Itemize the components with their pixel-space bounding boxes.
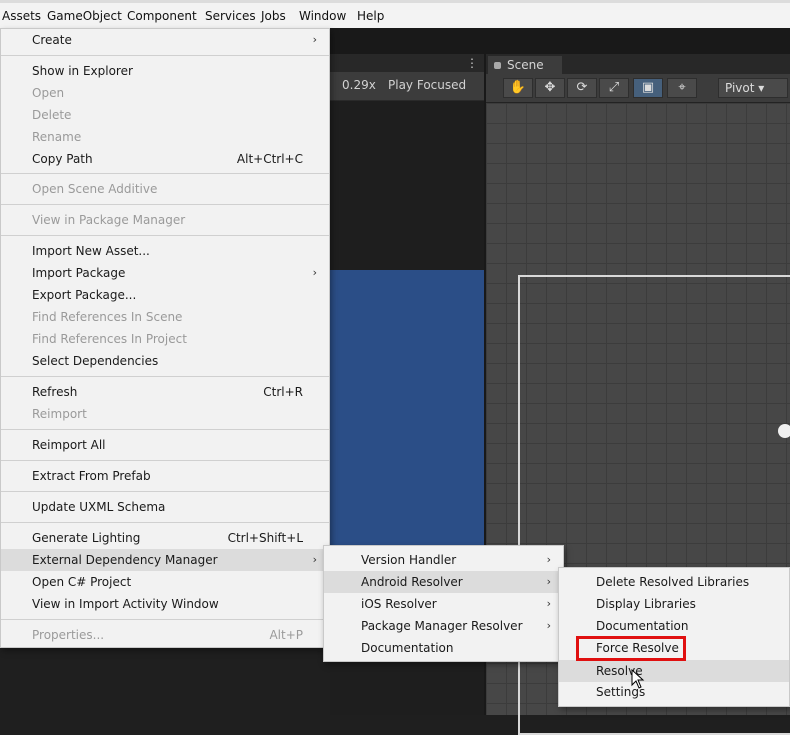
menu-separator [1, 55, 329, 56]
menu-services[interactable]: Services [203, 6, 258, 26]
menu-item-reimport: Reimport [32, 407, 87, 421]
transform-icon: ⌖ [678, 80, 686, 95]
menu-separator [1, 460, 329, 461]
menu-separator [1, 491, 329, 492]
menu-separator [1, 376, 329, 377]
chevron-right-icon: › [312, 553, 317, 566]
menu-jobs[interactable]: Jobs [259, 6, 288, 26]
assets-menu: Create › Show in Explorer Open Delete Ren… [0, 28, 330, 648]
menu-item-display-libraries[interactable]: Display Libraries [559, 593, 789, 615]
chevron-right-icon: › [546, 597, 551, 610]
menu-item-android-documentation[interactable]: Documentation [559, 615, 789, 637]
menu-assets[interactable]: Assets [0, 6, 43, 26]
menu-item-properties: Properties... Alt+P [1, 624, 329, 646]
menu-item-extract-from-prefab[interactable]: Extract From Prefab [1, 465, 329, 487]
transform-tool-button[interactable]: ⌖ [667, 78, 697, 98]
menu-item-refresh[interactable]: Refresh Ctrl+R [1, 381, 329, 403]
menu-item-delete: Delete [32, 108, 72, 122]
scale-tool-button[interactable]: ⤢ [599, 78, 629, 98]
menu-separator [1, 204, 329, 205]
menu-bar: Assets GameObject Component Services Job… [0, 0, 790, 28]
menu-help[interactable]: Help [355, 6, 386, 26]
menu-item-version-handler[interactable]: Version Handler › [324, 549, 563, 571]
menu-item-resolve[interactable]: Resolve [559, 660, 789, 682]
scene-tab-icon [494, 62, 501, 69]
game-more-icon[interactable]: ⋮ [466, 56, 478, 70]
menu-separator [1, 429, 329, 430]
menu-separator [1, 173, 329, 174]
menu-item-show-in-explorer[interactable]: Show in Explorer [1, 60, 329, 82]
menu-gameobject[interactable]: GameObject [45, 6, 124, 26]
rotate-tool-button[interactable]: ⟳ [567, 78, 597, 98]
move-tool-button[interactable]: ✥ [535, 78, 565, 98]
shortcut-label: Ctrl+Shift+L [227, 531, 303, 545]
shortcut-label: Ctrl+R [263, 385, 303, 399]
menu-item-rename: Rename [32, 130, 82, 144]
hand-tool-button[interactable]: ✋ [503, 78, 533, 98]
move-icon: ✥ [544, 80, 556, 95]
game-toolbar: 0.29x Play Focused [330, 72, 484, 101]
chevron-right-icon: › [546, 575, 551, 588]
menu-separator [1, 235, 329, 236]
pivot-dropdown[interactable]: Pivot ▾ [718, 78, 788, 98]
menu-separator [1, 619, 329, 620]
game-tab-header [330, 54, 484, 72]
chevron-right-icon: › [312, 33, 317, 46]
edm-submenu: Version Handler › Android Resolver › iOS R… [323, 545, 564, 662]
menu-item-settings[interactable]: Settings [559, 681, 789, 703]
chevron-right-icon: › [312, 266, 317, 279]
menu-item-external-dependency-manager[interactable]: External Dependency Manager › [1, 549, 329, 571]
chevron-right-icon: › [546, 619, 551, 632]
menu-item-ios-resolver[interactable]: iOS Resolver › [324, 593, 563, 615]
menu-item-copy-path[interactable]: Copy Path Alt+Ctrl+C [1, 148, 329, 170]
menu-item-delete-resolved-libraries[interactable]: Delete Resolved Libraries [559, 571, 789, 593]
menu-separator [1, 522, 329, 523]
scene-tab-label: Scene [507, 58, 544, 72]
menu-item-android-resolver[interactable]: Android Resolver › [324, 571, 563, 593]
rect-tool-button[interactable]: ▣ [633, 78, 663, 98]
menu-item-import-package[interactable]: Import Package › [1, 262, 329, 284]
game-view-render [330, 270, 484, 545]
rect-handle[interactable] [778, 424, 790, 438]
menu-item-generate-lighting[interactable]: Generate Lighting Ctrl+Shift+L [1, 527, 329, 549]
menu-window[interactable]: Window [297, 6, 348, 26]
scale-icon: ⤢ [608, 80, 620, 95]
menu-item-package-manager-resolver[interactable]: Package Manager Resolver › [324, 615, 563, 637]
menu-item-view-in-import-activity-window[interactable]: View in Import Activity Window [1, 593, 329, 615]
shortcut-label: Alt+Ctrl+C [236, 152, 303, 166]
menu-item-update-uxml-schema[interactable]: Update UXML Schema [1, 496, 329, 518]
menu-component[interactable]: Component [125, 6, 199, 26]
rotate-icon: ⟳ [576, 80, 588, 95]
rect-tool-icon: ▣ [641, 80, 655, 95]
menu-item-reimport-all[interactable]: Reimport All [1, 434, 329, 456]
game-zoom-readout[interactable]: 0.29x [342, 78, 376, 92]
play-focused-dropdown[interactable]: Play Focused [388, 78, 466, 92]
menu-item-import-new-asset[interactable]: Import New Asset... [1, 240, 329, 262]
chevron-right-icon: › [546, 553, 551, 566]
highlight-box [576, 636, 686, 661]
menu-item-create[interactable]: Create › [1, 29, 329, 51]
menu-item-select-dependencies[interactable]: Select Dependencies [1, 350, 329, 372]
menu-item-find-references-in-scene: Find References In Scene [32, 310, 183, 324]
menu-item-export-package[interactable]: Export Package... [1, 284, 329, 306]
menu-item-view-in-package-manager: View in Package Manager [32, 213, 186, 227]
tab-scene[interactable]: Scene [488, 56, 562, 74]
menu-item-find-references-in-project: Find References In Project [32, 332, 187, 346]
hand-icon: ✋ [509, 80, 527, 95]
menu-item-open-csharp-project[interactable]: Open C# Project [1, 571, 329, 593]
menu-item-open-scene-additive: Open Scene Additive [32, 182, 158, 196]
shortcut-label: Alt+P [269, 628, 303, 642]
menu-item-open: Open [32, 86, 65, 100]
mouse-cursor-icon [631, 669, 645, 689]
menu-item-edm-documentation[interactable]: Documentation [324, 637, 563, 659]
